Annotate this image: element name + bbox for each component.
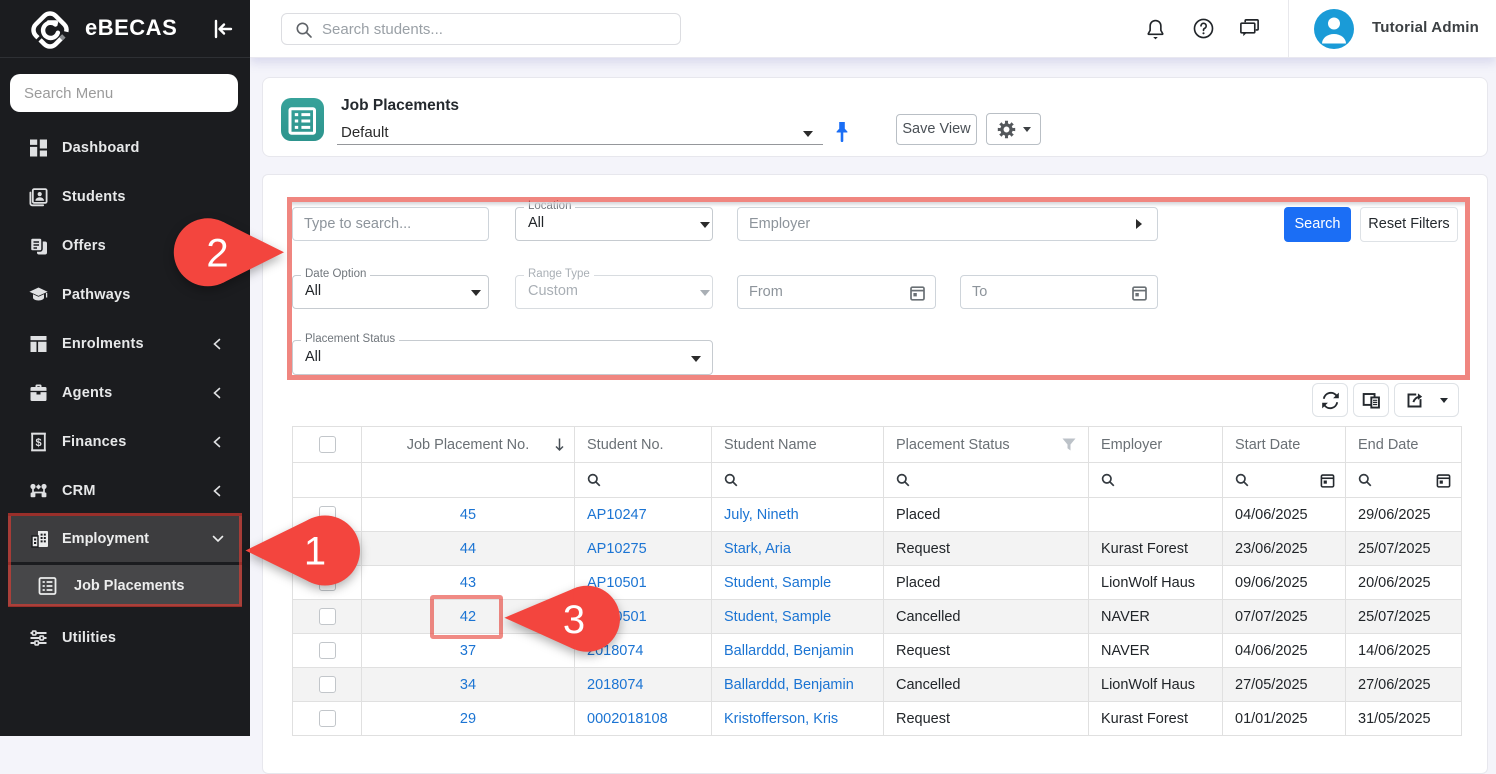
svg-text:$: $ — [35, 436, 41, 448]
